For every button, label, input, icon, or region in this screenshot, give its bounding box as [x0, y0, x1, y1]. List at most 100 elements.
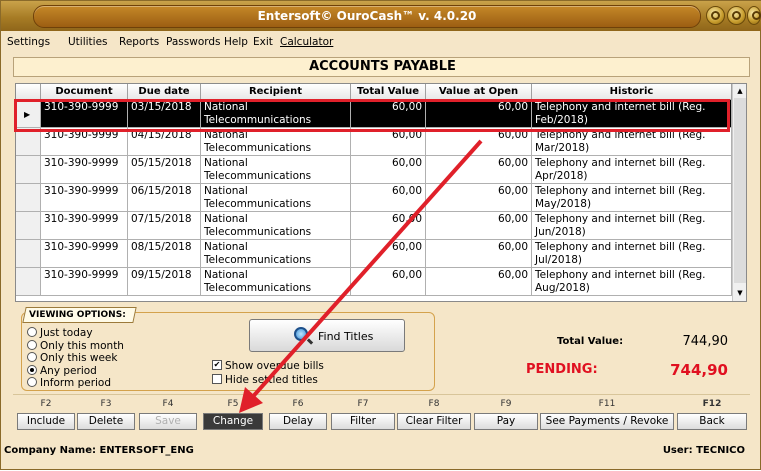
- col-historic[interactable]: Historic: [532, 84, 732, 100]
- cell-open[interactable]: 60,00: [426, 212, 532, 240]
- checkbox-overdue[interactable]: ✔: [212, 360, 222, 370]
- cell-historic[interactable]: Telephony and internet bill (Reg. Jun/20…: [532, 212, 732, 240]
- see-payments-revoke-button[interactable]: See Payments / Revoke: [540, 413, 674, 430]
- cell-open[interactable]: 60,00: [426, 128, 532, 156]
- checkbox-hide-settled[interactable]: [212, 374, 222, 384]
- cell-document[interactable]: 310-390-9999: [41, 156, 128, 184]
- minimize-icon[interactable]: [706, 6, 725, 25]
- cell-total[interactable]: 60,00: [351, 212, 426, 240]
- cell-due[interactable]: 09/15/2018: [128, 268, 201, 296]
- menu-settings[interactable]: Settings: [7, 36, 50, 48]
- cell-open[interactable]: 60,00: [426, 184, 532, 212]
- col-recipient[interactable]: Recipient: [201, 84, 351, 100]
- cell-document[interactable]: 310-390-9999: [41, 100, 128, 128]
- cell-document[interactable]: 310-390-9999: [41, 212, 128, 240]
- col-total-value[interactable]: Total Value: [351, 84, 426, 100]
- row-header[interactable]: [16, 184, 41, 212]
- menu-utilities[interactable]: Utilities: [68, 36, 108, 48]
- cell-historic[interactable]: Telephony and internet bill (Reg. Mar/20…: [532, 128, 732, 156]
- cell-total[interactable]: 60,00: [351, 184, 426, 212]
- back-button[interactable]: Back: [677, 413, 747, 430]
- change-button[interactable]: Change: [203, 413, 263, 430]
- cell-recipient[interactable]: National Telecommunications Company S/A: [201, 212, 351, 240]
- col-value-at-open[interactable]: Value at Open: [426, 84, 532, 100]
- cell-total[interactable]: 60,00: [351, 128, 426, 156]
- cell-due[interactable]: 08/15/2018: [128, 240, 201, 268]
- table-row[interactable]: 310-390-9999 05/15/2018 National Telecommu…: [16, 156, 732, 184]
- row-header[interactable]: [16, 156, 41, 184]
- cell-recipient[interactable]: National Telecommunications Company S/A: [201, 240, 351, 268]
- row-header[interactable]: [16, 128, 41, 156]
- filter-button[interactable]: Filter: [331, 413, 395, 430]
- table-row[interactable]: ▶ 310-390-9999 03/15/2018 National Telecomm…: [16, 100, 732, 128]
- close-icon[interactable]: [747, 6, 761, 25]
- col-document[interactable]: Document: [41, 84, 128, 100]
- cell-historic[interactable]: Telephony and internet bill (Reg. May/20…: [532, 184, 732, 212]
- radio-button[interactable]: [27, 377, 37, 387]
- save-button[interactable]: Save: [139, 413, 197, 430]
- radio-option[interactable]: Any period: [27, 364, 97, 377]
- table-scrollbar[interactable]: ▲ ▼: [732, 84, 746, 301]
- cell-open[interactable]: 60,00: [426, 100, 532, 128]
- cell-due[interactable]: 07/15/2018: [128, 212, 201, 240]
- radio-button[interactable]: [27, 339, 37, 350]
- menu-passwords[interactable]: Passwords: [166, 36, 221, 48]
- table-row[interactable]: 310-390-9999 06/15/2018 National Telecommu…: [16, 184, 732, 212]
- cell-recipient[interactable]: National Telecommunications Company S/A: [201, 128, 351, 156]
- cell-open[interactable]: 60,00: [426, 240, 532, 268]
- row-header[interactable]: [16, 240, 41, 268]
- radio-option[interactable]: Only this week: [27, 352, 117, 364]
- row-header[interactable]: [16, 268, 41, 296]
- radio-button[interactable]: [27, 352, 37, 362]
- hide-settled-check[interactable]: Hide settled titles: [212, 374, 318, 386]
- maximize-icon[interactable]: [727, 6, 746, 25]
- find-titles-button[interactable]: Find Titles: [249, 319, 405, 352]
- clear-filter-button[interactable]: Clear Filter: [397, 413, 471, 430]
- include-button[interactable]: Include: [17, 413, 75, 430]
- menu-help[interactable]: Help: [224, 36, 248, 48]
- radio-option[interactable]: Only this month: [27, 339, 124, 352]
- cell-total[interactable]: 60,00: [351, 240, 426, 268]
- cell-document[interactable]: 310-390-9999: [41, 128, 128, 156]
- radio-option[interactable]: Inform period: [27, 377, 111, 389]
- cell-recipient[interactable]: National Telecommunications Company S/A: [201, 268, 351, 296]
- cell-open[interactable]: 60,00: [426, 156, 532, 184]
- pay-button[interactable]: Pay: [474, 413, 538, 430]
- scroll-down-icon[interactable]: ▼: [734, 287, 746, 300]
- row-header[interactable]: ▶: [16, 100, 41, 128]
- cell-recipient[interactable]: National Telecommunications Company S/A: [201, 100, 351, 128]
- table-row[interactable]: 310-390-9999 07/15/2018 National Telecommu…: [16, 212, 732, 240]
- cell-historic[interactable]: Telephony and internet bill (Reg. Feb/20…: [532, 100, 732, 128]
- cell-document[interactable]: 310-390-9999: [41, 268, 128, 296]
- row-header[interactable]: [16, 212, 41, 240]
- table-row[interactable]: 310-390-9999 09/15/2018 National Telecommu…: [16, 268, 732, 296]
- cell-document[interactable]: 310-390-9999: [41, 184, 128, 212]
- radio-option[interactable]: Just today: [27, 327, 93, 339]
- cell-total[interactable]: 60,00: [351, 100, 426, 128]
- scroll-up-icon[interactable]: ▲: [734, 85, 746, 98]
- menu-exit[interactable]: Exit: [253, 36, 273, 48]
- cell-due[interactable]: 03/15/2018: [128, 100, 201, 128]
- cell-open[interactable]: 60,00: [426, 268, 532, 296]
- radio-button[interactable]: [27, 364, 37, 375]
- show-overdue-check[interactable]: ✔ Show overdue bills: [212, 360, 324, 372]
- menu-calculator[interactable]: Calculator: [280, 36, 333, 48]
- table-row[interactable]: 310-390-9999 08/15/2018 National Telecommu…: [16, 240, 732, 268]
- cell-due[interactable]: 05/15/2018: [128, 156, 201, 184]
- delete-button[interactable]: Delete: [77, 413, 135, 430]
- cell-due[interactable]: 06/15/2018: [128, 184, 201, 212]
- cell-total[interactable]: 60,00: [351, 268, 426, 296]
- delay-button[interactable]: Delay: [269, 413, 327, 430]
- cell-recipient[interactable]: National Telecommunications Company S/A: [201, 156, 351, 184]
- cell-recipient[interactable]: National Telecommunications Company S/A: [201, 184, 351, 212]
- cell-due[interactable]: 04/15/2018: [128, 128, 201, 156]
- cell-historic[interactable]: Telephony and internet bill (Reg. Aug/20…: [532, 268, 732, 296]
- menu-reports[interactable]: Reports: [119, 36, 159, 48]
- cell-historic[interactable]: Telephony and internet bill (Reg. Apr/20…: [532, 156, 732, 184]
- scroll-thumb[interactable]: [734, 98, 746, 283]
- radio-button[interactable]: [27, 327, 37, 337]
- table-row[interactable]: 310-390-9999 04/15/2018 National Telecommu…: [16, 128, 732, 156]
- accounts-table[interactable]: Document Due date Recipient Total Value …: [15, 83, 747, 302]
- cell-document[interactable]: 310-390-9999: [41, 240, 128, 268]
- cell-historic[interactable]: Telephony and internet bill (Reg. Jul/20…: [532, 240, 732, 268]
